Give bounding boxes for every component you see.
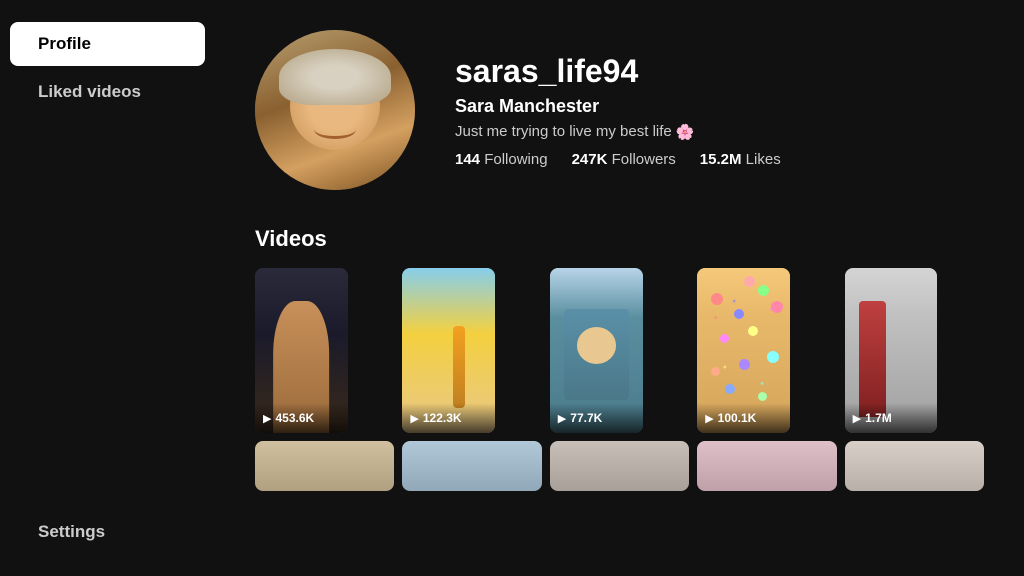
video-overlay: ▶ 100.1K xyxy=(697,403,790,433)
play-icon: ▶ xyxy=(853,412,861,425)
videos-second-row xyxy=(255,441,984,491)
main-content: saras_life94 Sara Manchester Just me try… xyxy=(215,0,1024,576)
profile-header: saras_life94 Sara Manchester Just me try… xyxy=(255,30,984,190)
bio-emoji: 🌸 xyxy=(676,123,695,141)
video-overlay: ▶ 122.3K xyxy=(402,403,495,433)
stat-likes: 15.2M Likes xyxy=(700,151,781,168)
profile-info: saras_life94 Sara Manchester Just me try… xyxy=(455,53,781,168)
video-card[interactable] xyxy=(845,441,984,491)
video-views: 1.7M xyxy=(865,411,892,425)
play-icon: ▶ xyxy=(558,412,566,425)
sidebar-item-liked-videos[interactable]: Liked videos xyxy=(10,70,205,114)
video-overlay: ▶ 1.7M xyxy=(845,403,938,433)
sidebar: Profile Liked videos Settings xyxy=(0,0,215,576)
videos-grid: ▶ 453.6K ▶ 122.3K ▶ xyxy=(255,268,984,433)
video-card[interactable]: ▶ 122.3K xyxy=(402,268,495,433)
video-views: 453.6K xyxy=(275,411,314,425)
video-card[interactable]: ▶ 453.6K xyxy=(255,268,348,433)
video-card[interactable]: ▶ 1.7M xyxy=(845,268,938,433)
avatar-image xyxy=(255,30,415,190)
video-card[interactable] xyxy=(255,441,394,491)
profile-username: saras_life94 xyxy=(455,53,781,90)
play-icon: ▶ xyxy=(705,412,713,425)
play-icon: ▶ xyxy=(263,412,271,425)
profile-stats: 144 Following 247K Followers 15.2M Likes xyxy=(455,151,781,168)
stat-followers: 247K Followers xyxy=(572,151,676,168)
sidebar-item-profile[interactable]: Profile xyxy=(10,22,205,66)
profile-bio: Just me trying to live my best life 🌸 xyxy=(455,123,781,141)
video-overlay: ▶ 77.7K xyxy=(550,403,643,433)
video-views: 122.3K xyxy=(423,411,462,425)
videos-section-title: Videos xyxy=(255,226,984,252)
video-card[interactable]: ▶ 100.1K xyxy=(697,268,790,433)
profile-displayname: Sara Manchester xyxy=(455,96,781,117)
video-overlay: ▶ 453.6K xyxy=(255,403,348,433)
video-card[interactable] xyxy=(402,441,541,491)
avatar xyxy=(255,30,415,190)
video-views: 100.1K xyxy=(718,411,757,425)
stat-following: 144 Following xyxy=(455,151,548,168)
videos-section: Videos ▶ 453.6K ▶ 122.3K xyxy=(255,226,984,491)
video-card[interactable] xyxy=(697,441,836,491)
video-card[interactable]: ▶ 77.7K xyxy=(550,268,643,433)
sidebar-item-settings[interactable]: Settings xyxy=(10,510,205,554)
play-icon: ▶ xyxy=(410,412,418,425)
video-card[interactable] xyxy=(550,441,689,491)
video-views: 77.7K xyxy=(570,411,602,425)
